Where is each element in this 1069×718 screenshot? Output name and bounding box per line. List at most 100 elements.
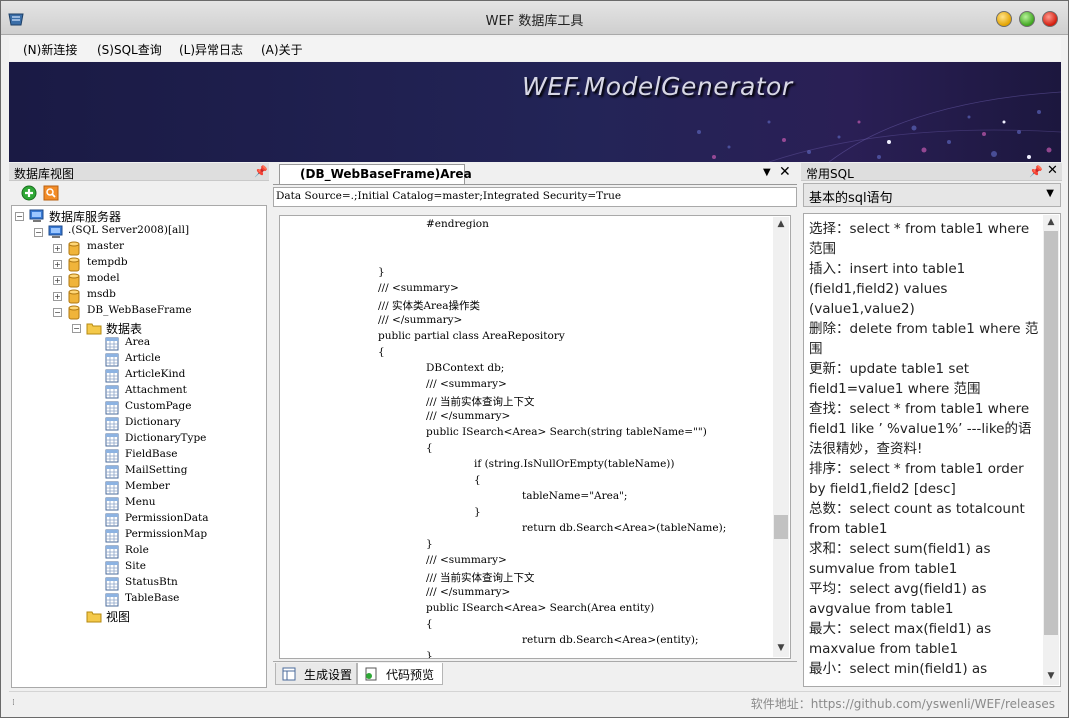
database-view-header: 数据库视图 📌 [9,163,269,181]
code-line: DBContext db; [426,362,505,374]
tree-node-label: Dictionary [125,416,181,428]
tab-generate-settings[interactable]: 生成设置 [275,663,357,685]
maximize-button[interactable] [1019,11,1035,27]
tab-area-document[interactable]: (DB_WebBaseFrame)Area [279,164,472,184]
tree-table-fieldbase[interactable]: FieldBase [12,448,262,464]
code-line: /// <summary> [426,554,507,566]
database-tree[interactable]: − 数据库服务器 − .(SQL Server2008)[all] + master + te… [11,205,267,688]
window-title: WEF 数据库工具 [485,14,584,29]
scroll-up-icon[interactable]: ▲ [775,219,787,231]
menu-sql-query[interactable]: (S)SQL查询 [97,41,162,58]
header-banner: WEF.ModelGenerator [9,62,1061,162]
code-preview[interactable]: #endregion} /// <summary> /// 实体类Area操作类 //… [279,215,791,659]
refresh-icon[interactable] [43,185,59,201]
tree-database-db_webbaseframe[interactable]: − DB_WebBaseFrame [12,304,262,320]
expand-icon[interactable]: + [53,244,62,253]
pin-icon[interactable]: 📌 [1029,165,1043,178]
code-line: return db.Search<Area>(tableName); [522,522,727,534]
expand-icon[interactable]: + [53,292,62,301]
tree-table-permissionmap[interactable]: PermissionMap [12,528,262,544]
code-line: { [474,474,481,486]
scroll-down-icon[interactable]: ▼ [1045,671,1057,683]
scroll-up-icon[interactable]: ▲ [1045,217,1057,229]
tree-views-folder[interactable]: 视图 [12,608,262,624]
tree-node-label: CustomPage [125,400,192,412]
tab-dropdown-icon[interactable]: ▼ [763,167,771,178]
code-line: tableName="Area"; [522,490,628,502]
code-line: { [378,346,385,358]
tree-database-model[interactable]: + model [12,272,262,288]
tab-code-preview-label: 代码预览 [386,668,435,682]
tree-database-master[interactable]: + master [12,240,262,256]
settings-table-icon [282,667,296,681]
code-line: { [426,618,433,630]
expand-icon[interactable]: + [53,276,62,285]
tree-database-msdb[interactable]: + msdb [12,288,262,304]
code-scrollbar[interactable]: ▲ ▼ [773,217,789,657]
tree-table-custompage[interactable]: CustomPage [12,400,262,416]
tree-node-label: 数据表 [106,322,143,336]
tab-code-preview[interactable]: 代码预览 [357,663,443,685]
tree-table-site[interactable]: Site [12,560,262,576]
expand-icon[interactable]: + [53,260,62,269]
menu-new-connection[interactable]: (N)新连接 [23,41,77,58]
code-line: public partial class AreaRepository [378,330,565,342]
tree-table-role[interactable]: Role [12,544,262,560]
tree-node-label: DB_WebBaseFrame [87,304,192,316]
scroll-down-icon[interactable]: ▼ [775,643,787,655]
collapse-icon[interactable]: − [15,212,24,221]
tree-database-tempdb[interactable]: + tempdb [12,256,262,272]
common-sql-panel: 常用SQL 📌 ✕ 基本的sql语句 ▼ 选择：select * from ta… [801,163,1062,690]
tree-node-label: master [87,240,125,252]
database-view-toolbar [9,182,269,204]
close-icon[interactable]: ✕ [1047,163,1058,178]
divider [273,661,797,662]
collapse-icon[interactable]: − [72,324,81,333]
minimize-button[interactable] [996,11,1012,27]
code-line: { [426,442,433,454]
chevron-down-icon: ▼ [1046,188,1054,199]
tree-table-statusbtn[interactable]: StatusBtn [12,576,262,592]
code-line: /// 当前实体查询上下文 [426,396,535,408]
tree-table-area[interactable]: Area [12,336,262,352]
tree-table-mailsetting[interactable]: MailSetting [12,464,262,480]
code-line: } [474,506,481,518]
sql-category-value: 基本的sql语句 [809,191,893,206]
tree-table-article[interactable]: Article [12,352,262,368]
tree-table-dictionary[interactable]: Dictionary [12,416,262,432]
menu-about[interactable]: (A)关于 [261,41,303,58]
pin-icon[interactable]: 📌 [254,165,268,178]
sql-category-select[interactable]: 基本的sql语句 ▼ [803,183,1061,207]
status-bar: ⁞ 软件地址：https://github.com/yswenli/WEF/re… [9,691,1061,713]
tree-node-label: PermissionMap [125,528,208,540]
folder-icon [86,609,102,626]
tree-table-member[interactable]: Member [12,480,262,496]
tab-close-icon[interactable]: ✕ [779,164,791,180]
menu-error-log[interactable]: (L)异常日志 [179,41,243,58]
tree-node-label: 视图 [106,610,131,624]
scrollbar-thumb[interactable] [774,515,788,539]
software-url[interactable]: 软件地址：https://github.com/yswenli/WEF/rele… [751,695,1055,712]
tree-table-tablebase[interactable]: TableBase [12,592,262,608]
code-line: public ISearch<Area> Search(string table… [426,426,707,438]
sql-scrollbar[interactable]: ▲ ▼ [1043,215,1059,685]
collapse-icon[interactable]: − [34,228,43,237]
add-connection-icon[interactable] [21,185,37,201]
tree-table-permissiondata[interactable]: PermissionData [12,512,262,528]
tree-root-server[interactable]: − 数据库服务器 [12,208,262,224]
tree-tables-folder[interactable]: − 数据表 [12,320,262,336]
banner-title: WEF.ModelGenerator [522,72,793,101]
tree-table-menu[interactable]: Menu [12,496,262,512]
tree-table-dictionarytype[interactable]: DictionaryType [12,432,262,448]
tree-table-articlekind[interactable]: ArticleKind [12,368,262,384]
sql-snippets-textbox[interactable]: 选择：select * from table1 where 范围 插入：inse… [803,213,1061,687]
title-bar[interactable]: WEF 数据库工具 [1,1,1068,35]
connection-string-field[interactable]: Data Source=.;Initial Catalog=master;Int… [273,187,797,207]
close-button[interactable] [1042,11,1058,27]
tree-server-instance[interactable]: − .(SQL Server2008)[all] [12,224,262,240]
tree-node-label: ArticleKind [125,368,186,380]
tree-table-attachment[interactable]: Attachment [12,384,262,400]
collapse-icon[interactable]: − [53,308,62,317]
scrollbar-thumb[interactable] [1044,231,1058,635]
database-view-panel: 数据库视图 📌 − 数据库服务器 − .(SQL Server2008)[all] + m… [9,163,269,690]
